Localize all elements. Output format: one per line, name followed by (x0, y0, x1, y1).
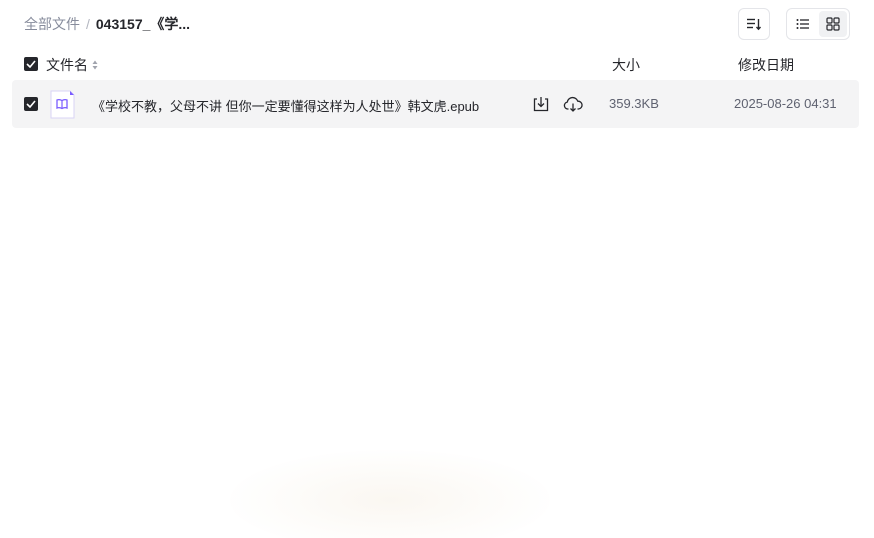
breadcrumb: 全部文件 / 043157_《学... (24, 14, 190, 34)
sort-button[interactable] (738, 8, 770, 40)
file-name[interactable]: 《学校不教，父母不讲 但你一定要懂得这样为人处世》韩文虎.epub (92, 96, 479, 115)
sort-arrows-icon (92, 60, 98, 70)
file-table-header: 文件名 大小 修改日期 (12, 52, 858, 76)
list-view-icon (796, 19, 809, 29)
breadcrumb-root-link[interactable]: 全部文件 (24, 14, 80, 34)
breadcrumb-current-folder: 043157_《学... (95, 16, 191, 32)
book-file-icon (50, 90, 75, 119)
column-header-name[interactable]: 文件名 (46, 55, 98, 75)
download-icon[interactable] (532, 95, 550, 113)
column-header-date: 修改日期 (738, 57, 794, 73)
grid-view-button[interactable] (819, 11, 847, 37)
save-to-cloud-icon[interactable] (563, 95, 583, 113)
breadcrumb-separator: / (86, 16, 90, 32)
column-header-name-label: 文件名 (46, 57, 88, 73)
background-glow (230, 450, 550, 538)
view-toolbar (738, 8, 850, 40)
file-size: 359.3KB (609, 96, 659, 111)
select-all-checkbox[interactable] (24, 57, 38, 71)
file-modified-date: 2025-08-26 04:31 (734, 96, 837, 111)
checkmark-icon (26, 60, 36, 68)
grid-view-icon (826, 17, 840, 31)
row-checkbox[interactable] (24, 97, 38, 111)
list-view-button[interactable] (789, 11, 817, 37)
sort-icon (747, 18, 762, 31)
column-header-size: 大小 (612, 57, 640, 73)
checkmark-icon (26, 100, 36, 108)
file-row[interactable]: 《学校不教，父母不讲 但你一定要懂得这样为人处世》韩文虎.epub 359.3K… (12, 80, 859, 128)
view-mode-toggle (786, 8, 850, 40)
